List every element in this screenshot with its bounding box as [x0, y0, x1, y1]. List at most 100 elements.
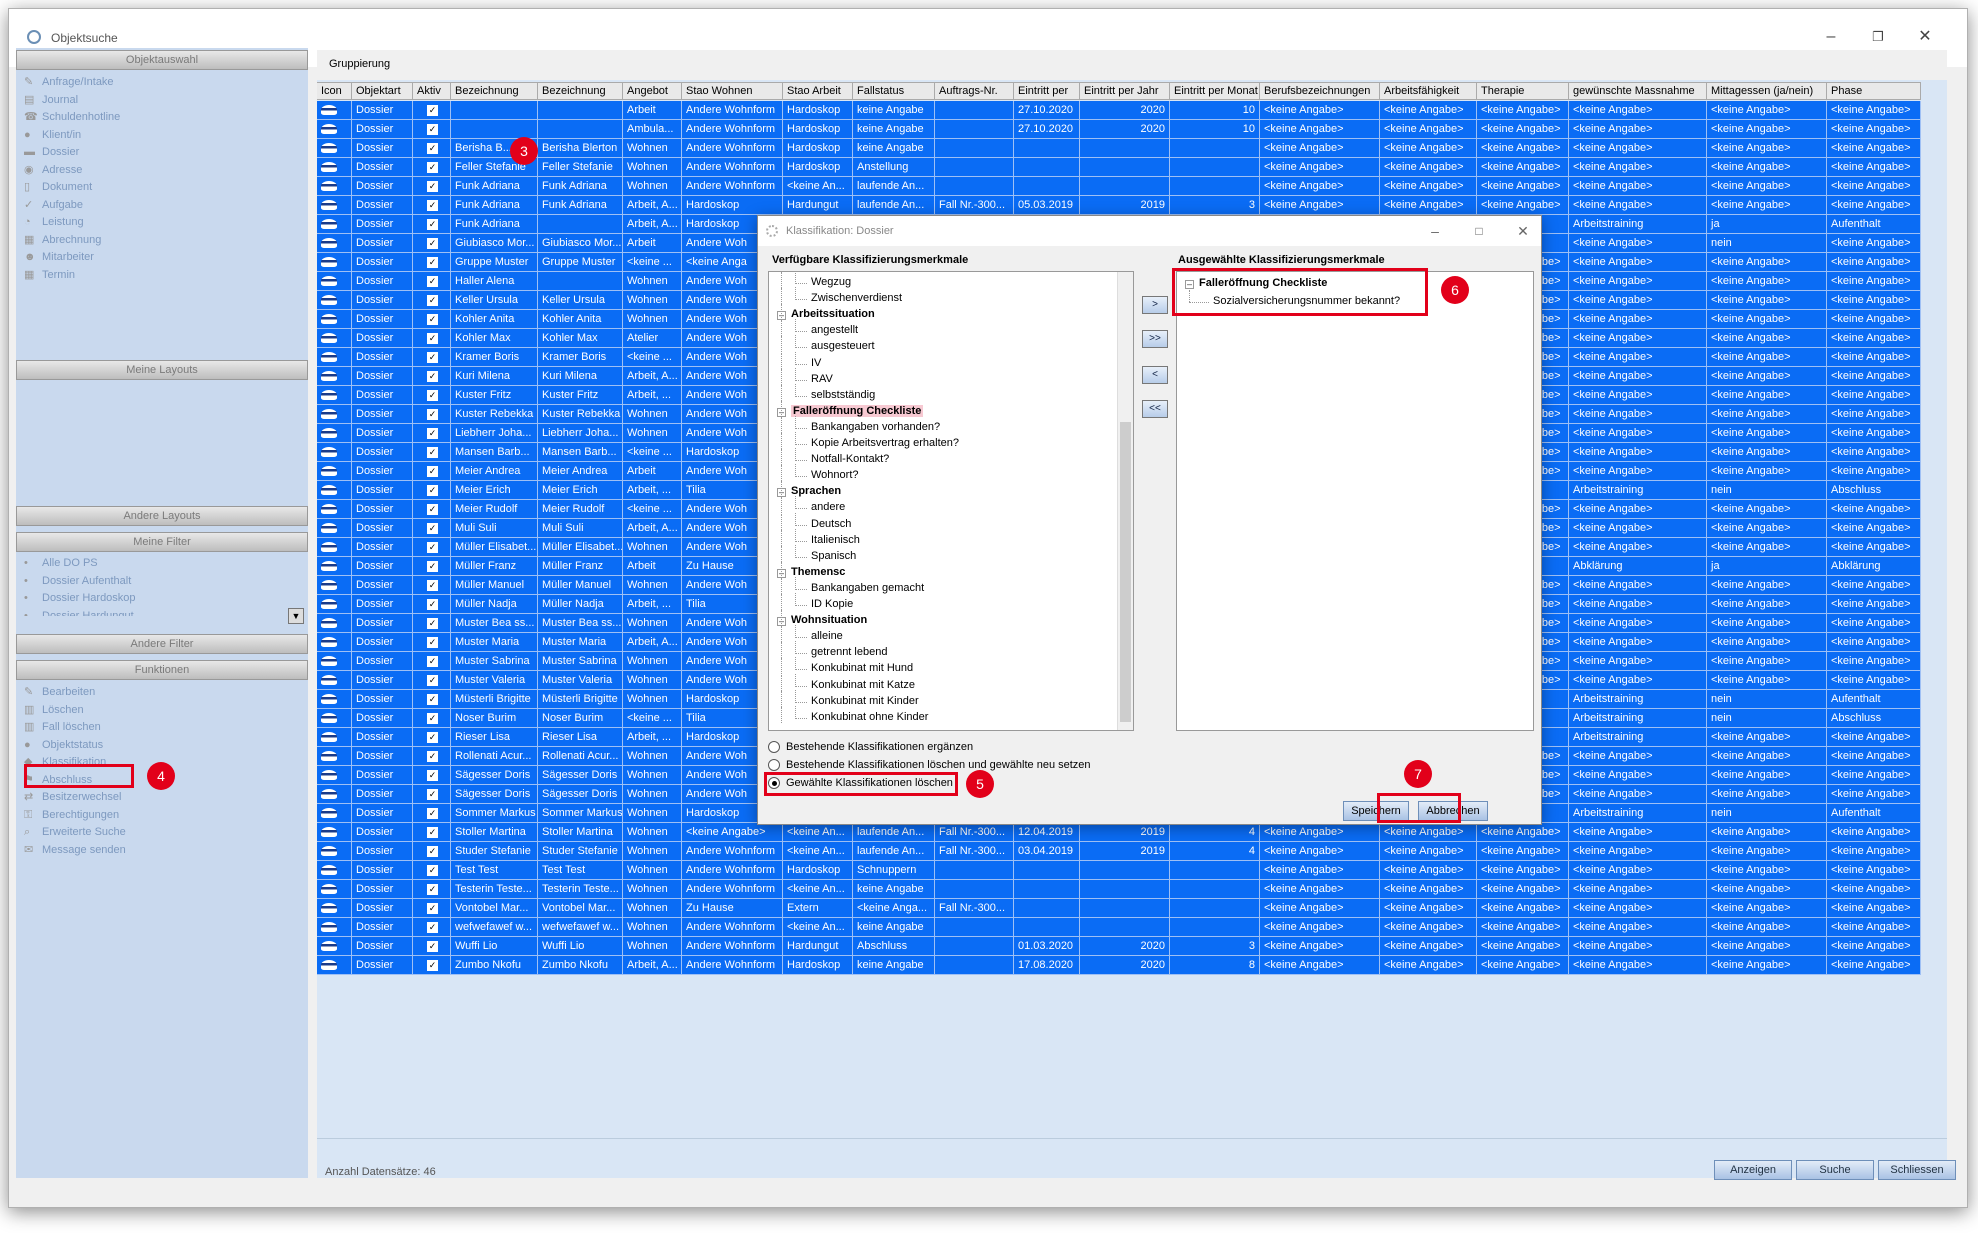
- available-tree[interactable]: Wegzug Zwischenverdienst – Arbeitssituation…: [768, 271, 1134, 731]
- tree-item[interactable]: andere: [811, 501, 845, 513]
- dialog-maximize-button[interactable]: □: [1468, 220, 1490, 242]
- remove-button[interactable]: <: [1142, 366, 1168, 384]
- tree-group[interactable]: Sprachen: [791, 485, 841, 497]
- tree-item[interactable]: Wegzug: [811, 276, 851, 288]
- section-meine-filter[interactable]: Meine Filter: [16, 532, 308, 552]
- tree-item[interactable]: Italienisch: [811, 534, 860, 546]
- section-andere-layouts[interactable]: Andere Layouts: [16, 506, 308, 526]
- tree-item[interactable]: Konkubinat mit Hund: [811, 662, 913, 674]
- column-header[interactable]: Stao Wohnen: [682, 82, 783, 100]
- suche-button[interactable]: Suche: [1796, 1160, 1874, 1180]
- tree-item[interactable]: RAV: [811, 373, 833, 385]
- column-header[interactable]: Auftrags-Nr.: [935, 82, 1014, 100]
- column-header[interactable]: Fallstatus: [853, 82, 935, 100]
- column-header[interactable]: Berufsbezeichnungen: [1260, 82, 1380, 100]
- restore-button[interactable]: ❐: [1864, 25, 1892, 49]
- column-header[interactable]: Eintritt per Jahr: [1080, 82, 1170, 100]
- radio-option-0[interactable]: Bestehende Klassifikationen ergänzen: [768, 739, 973, 755]
- tree-item[interactable]: selbstständig: [811, 389, 875, 401]
- radio-button[interactable]: [768, 741, 780, 753]
- tree-scrollbar[interactable]: [1117, 272, 1133, 730]
- column-header[interactable]: Aktiv: [413, 82, 451, 100]
- tree-item[interactable]: Wohnort?: [811, 469, 859, 481]
- table-row[interactable]: Dossier ✓ Vontobel Mar... Vontobel Mar... Wo…: [317, 899, 1921, 918]
- tree-item[interactable]: ID Kopie: [811, 598, 853, 610]
- table-row[interactable]: Dossier ✓ Testerin Teste... Testerin Teste.…: [317, 880, 1921, 899]
- minimize-button[interactable]: –: [1817, 25, 1845, 49]
- tree-item[interactable]: Konkubinat ohne Kinder: [811, 711, 928, 723]
- tree-item[interactable]: Deutsch: [811, 518, 851, 530]
- tree-item[interactable]: getrennt lebend: [811, 646, 887, 658]
- table-cell: <keine Angabe>: [1827, 671, 1921, 690]
- table-row[interactable]: Dossier ✓ Zumbo Nkofu Zumbo Nkofu Arbeit, A.…: [317, 956, 1921, 975]
- table-row[interactable]: Dossier ✓ Wuffi Lio Wuffi Lio Wohnen Andere W…: [317, 937, 1921, 956]
- horizontal-scrollbar[interactable]: [317, 1138, 1947, 1152]
- tree-group[interactable]: Arbeitssituation: [791, 308, 875, 320]
- table-row[interactable]: Dossier ✓ Test Test Test Test Wohnen Andere W…: [317, 861, 1921, 880]
- tree-item[interactable]: Bankangaben vorhanden?: [811, 421, 940, 433]
- anzeigen-button[interactable]: Anzeigen: [1714, 1160, 1792, 1180]
- table-cell: <keine Angabe>: [1260, 823, 1380, 842]
- column-header[interactable]: Bezeichnung: [451, 82, 538, 100]
- selected-tree[interactable]: – Falleröffnung Checkliste Sozialversich…: [1176, 271, 1534, 731]
- tree-group[interactable]: Falleröffnung Checkliste: [791, 404, 924, 417]
- tree-item[interactable]: alleine: [811, 630, 843, 642]
- column-header[interactable]: Objektart: [352, 82, 413, 100]
- section-andere-filter[interactable]: Andere Filter: [16, 634, 308, 654]
- section-meine-layouts[interactable]: Meine Layouts: [16, 360, 308, 380]
- table-cell: ✓: [413, 899, 451, 918]
- scrollbar-thumb[interactable]: [1120, 422, 1131, 722]
- tree-item[interactable]: angestellt: [811, 324, 858, 336]
- column-header[interactable]: Phase: [1827, 82, 1921, 100]
- tree-item[interactable]: Spanisch: [811, 550, 856, 562]
- column-header[interactable]: Eintritt per: [1014, 82, 1080, 100]
- radio-option-1[interactable]: Bestehende Klassifikationen löschen und …: [768, 757, 1091, 773]
- tree-item[interactable]: Zwischenverdienst: [811, 292, 902, 304]
- section-objektauswahl[interactable]: Objektauswahl: [16, 50, 308, 70]
- column-header[interactable]: Eintritt per Monat: [1170, 82, 1260, 100]
- radio-button[interactable]: [768, 759, 780, 771]
- column-header[interactable]: Bezeichnung: [538, 82, 623, 100]
- table-row[interactable]: Dossier ✓ Ambula... Andere Wohnform Hardosko…: [317, 120, 1921, 139]
- add-all-button[interactable]: >>: [1142, 330, 1168, 348]
- filter-item-3[interactable]: • Dossier Hardungut: [22, 606, 302, 616]
- column-header[interactable]: Icon: [317, 82, 352, 100]
- column-header[interactable]: Angebot: [623, 82, 682, 100]
- tree-group[interactable]: Wohnsituation: [791, 614, 867, 626]
- table-row[interactable]: Dossier ✓ Funk Adriana Funk Adriana Wohnen An…: [317, 177, 1921, 196]
- column-header[interactable]: gewünschte Massnahme: [1569, 82, 1707, 100]
- column-header[interactable]: Arbeitsfähigkeit: [1380, 82, 1477, 100]
- tree-item[interactable]: Notfall-Kontakt?: [811, 453, 889, 465]
- grouping-bar[interactable]: Gruppierung: [317, 50, 1947, 78]
- tree-item[interactable]: Bankangaben gemacht: [811, 582, 924, 594]
- table-row[interactable]: Dossier ✓ wefwefawef w... wefwefawef w... Wo…: [317, 918, 1921, 937]
- filter-dropdown-button[interactable]: ▼: [288, 608, 304, 624]
- tree-item[interactable]: Konkubinat mit Kinder: [811, 695, 919, 707]
- dialog-minimize-button[interactable]: –: [1424, 220, 1446, 242]
- add-button[interactable]: >: [1142, 296, 1168, 314]
- table-row[interactable]: Dossier ✓ Berisha B... Berisha Blerton Wohne…: [317, 139, 1921, 158]
- tree-group[interactable]: Themensc: [791, 566, 845, 578]
- schliessen-button[interactable]: Schliessen: [1878, 1160, 1956, 1180]
- remove-all-button[interactable]: <<: [1142, 400, 1168, 418]
- dossier-icon: [321, 922, 337, 932]
- column-header[interactable]: Mittagessen (ja/nein): [1707, 82, 1827, 100]
- section-funktionen[interactable]: Funktionen: [16, 660, 308, 680]
- table-row[interactable]: Dossier ✓ Arbeit Andere Wohnform Hardoskop ke…: [317, 101, 1921, 120]
- column-header[interactable]: Stao Arbeit: [783, 82, 853, 100]
- function-item-9[interactable]: ✉ Message senden: [22, 840, 302, 860]
- close-button[interactable]: ✕: [1911, 25, 1939, 49]
- table-row[interactable]: Dossier ✓ Feller Stefanie Feller Stefanie Wo…: [317, 158, 1921, 177]
- tree-item[interactable]: Kopie Arbeitsvertrag erhalten?: [811, 437, 959, 449]
- tree-item[interactable]: ausgesteuert: [811, 340, 875, 352]
- table-row[interactable]: Dossier ✓ Studer Stefanie Studer Stefanie Wo…: [317, 842, 1921, 861]
- column-header[interactable]: Therapie: [1477, 82, 1569, 100]
- table-row[interactable]: Dossier ✓ Funk Adriana Funk Adriana Arbeit, …: [317, 196, 1921, 215]
- nav-item-11[interactable]: ▦ Termin: [22, 265, 302, 285]
- table-cell: Arbeit: [623, 234, 682, 253]
- table-cell: Sägesser Doris: [451, 785, 538, 804]
- dialog-close-button[interactable]: ✕: [1512, 220, 1534, 242]
- tree-item[interactable]: Konkubinat mit Katze: [811, 679, 915, 691]
- tree-item[interactable]: IV: [811, 357, 821, 369]
- table-row[interactable]: Dossier ✓ Stoller Martina Stoller Martina Wo…: [317, 823, 1921, 842]
